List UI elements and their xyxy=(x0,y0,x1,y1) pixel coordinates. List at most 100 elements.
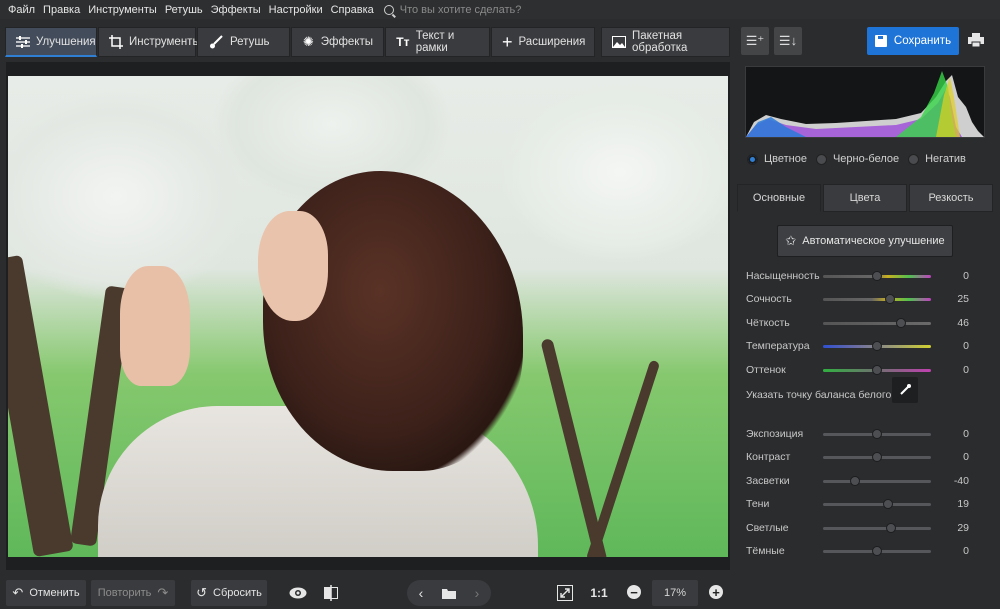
slider-row: Контраст 0 xyxy=(746,449,988,465)
auto-enhance-label: Автоматическое улучшение xyxy=(802,235,945,247)
sparkle-star-icon: ✩ xyxy=(785,233,797,248)
print-button[interactable] xyxy=(968,33,984,48)
slider-handle[interactable] xyxy=(850,475,861,486)
undo-icon: ↶ xyxy=(12,585,24,600)
search-placeholder: Что вы хотите сделать? xyxy=(399,3,522,16)
slider-handle[interactable] xyxy=(895,317,906,328)
menu-help[interactable]: Справка xyxy=(327,4,378,16)
radio-indicator xyxy=(815,153,827,165)
compare-button[interactable] xyxy=(320,580,342,606)
subtab-sharpness[interactable]: Резкость xyxy=(909,184,993,212)
slider-value: 0 xyxy=(963,428,969,440)
radio-color[interactable]: Цветное xyxy=(747,153,807,165)
slider-handle[interactable] xyxy=(882,498,893,509)
zoom-out-button[interactable]: − xyxy=(627,585,641,599)
tab-label: Эффекты xyxy=(320,36,373,48)
white-balance-label: Указать точку баланса белого xyxy=(746,389,892,401)
menu-tools[interactable]: Инструменты xyxy=(84,4,161,16)
adjustments-panel: Цветное Черно-белое Негатив Основные Цве… xyxy=(737,58,995,609)
radio-black-white[interactable]: Черно-белое xyxy=(815,153,899,165)
slider-row: Оттенок 0 xyxy=(746,362,988,378)
radio-label: Негатив xyxy=(925,153,966,165)
white-balance-row: Указать точку баланса белого xyxy=(746,377,986,403)
image-canvas[interactable] xyxy=(6,62,730,570)
radio-indicator xyxy=(908,153,920,165)
slider-value: 19 xyxy=(957,498,969,510)
tree-branch xyxy=(585,359,661,557)
menu-settings[interactable]: Настройки xyxy=(265,4,327,16)
slider-handle[interactable] xyxy=(872,545,882,556)
slider-handle[interactable] xyxy=(872,428,882,439)
reset-button[interactable]: ↺ Сбросить xyxy=(191,580,267,606)
menu-effects[interactable]: Эффекты xyxy=(207,4,265,16)
actual-size-button[interactable]: 1:1 xyxy=(588,580,610,606)
photo-preview xyxy=(8,76,728,557)
slider-track[interactable] xyxy=(823,498,931,509)
slider-label: Чёткость xyxy=(746,317,790,329)
redo-button[interactable]: Повторить ↷ xyxy=(91,580,175,606)
folder-icon[interactable] xyxy=(434,588,464,599)
slider-handle[interactable] xyxy=(884,293,895,304)
slider-label: Температура xyxy=(746,340,810,352)
slider-row: Тени 19 xyxy=(746,496,988,512)
batch-processing-button[interactable]: Пакетная обработка xyxy=(601,27,730,57)
menu-retouch[interactable]: Ретушь xyxy=(161,4,207,16)
tab-effects[interactable]: ✺ Эффекты xyxy=(291,27,384,57)
add-preset-button[interactable]: ☰⁺ xyxy=(741,27,769,55)
tab-label: Текст и рамки xyxy=(415,30,455,54)
slider-label: Тёмные xyxy=(746,545,785,557)
save-button[interactable]: Сохранить xyxy=(867,27,959,55)
fit-to-screen-button[interactable] xyxy=(555,580,575,606)
slider-track[interactable] xyxy=(823,293,931,304)
eyedropper-icon xyxy=(900,384,911,395)
text-icon: Tт xyxy=(396,35,410,49)
slider-track[interactable] xyxy=(823,522,931,533)
white-balance-picker-button[interactable] xyxy=(892,377,918,403)
next-file-button[interactable]: › xyxy=(464,585,490,601)
slider-label: Экспозиция xyxy=(746,428,804,440)
slider-track[interactable] xyxy=(823,475,931,486)
undo-button[interactable]: ↶ Отменить xyxy=(6,580,86,606)
download-preset-button[interactable]: ☰↓ xyxy=(774,27,802,55)
slider-track[interactable] xyxy=(823,364,931,375)
tab-tools[interactable]: Инструменты xyxy=(98,27,201,57)
menu-edit[interactable]: Правка xyxy=(39,4,84,16)
zoom-level[interactable]: 17% xyxy=(652,580,698,606)
slider-handle[interactable] xyxy=(872,451,882,462)
slider-track[interactable] xyxy=(823,428,931,439)
preview-eye-button[interactable] xyxy=(286,580,310,606)
subtab-basic[interactable]: Основные xyxy=(737,184,821,212)
tab-text-frames[interactable]: Tт Текст и рамки xyxy=(385,27,490,57)
prev-file-button[interactable]: ‹ xyxy=(408,585,434,601)
slider-track[interactable] xyxy=(823,545,931,556)
eye-icon xyxy=(289,587,307,599)
tab-label: Пакетная обработка xyxy=(632,30,688,54)
search-icon xyxy=(383,4,394,15)
slider-handle[interactable] xyxy=(872,270,882,281)
save-label: Сохранить xyxy=(893,35,952,47)
slider-handle[interactable] xyxy=(872,364,882,375)
slider-handle[interactable] xyxy=(886,522,897,533)
tab-retouch[interactable]: Ретушь xyxy=(197,27,290,57)
slider-handle[interactable] xyxy=(872,340,882,351)
radio-negative[interactable]: Негатив xyxy=(908,153,966,165)
menu-file[interactable]: Файл xyxy=(4,4,39,16)
slider-value: 0 xyxy=(963,364,969,376)
slider-track[interactable] xyxy=(823,340,931,351)
slider-label: Светлые xyxy=(746,522,789,534)
redo-icon: ↷ xyxy=(157,585,169,600)
zoom-in-button[interactable]: + xyxy=(709,585,723,599)
command-search[interactable]: Что вы хотите сделать? xyxy=(383,3,522,16)
slider-label: Контраст xyxy=(746,451,791,463)
subtab-colors[interactable]: Цвета xyxy=(823,184,907,212)
bottom-toolbar: ↶ Отменить Повторить ↷ ↺ Сбросить ‹ › 1:… xyxy=(0,578,735,609)
slider-value: 0 xyxy=(963,451,969,463)
slider-track[interactable] xyxy=(823,270,931,281)
tab-extensions[interactable]: + Расширения xyxy=(491,27,595,57)
tab-enhancements[interactable]: Улучшения xyxy=(5,27,97,57)
slider-track[interactable] xyxy=(823,451,931,462)
auto-enhance-button[interactable]: ✩ Автоматическое улучшение xyxy=(777,225,953,257)
slider-track[interactable] xyxy=(823,317,931,328)
slider-row: Засветки -40 xyxy=(746,473,988,489)
slider-label: Сочность xyxy=(746,293,792,305)
